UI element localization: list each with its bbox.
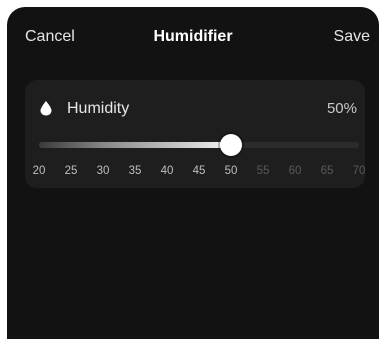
tick-label: 35 [128,165,142,177]
tick-label: 70 [352,165,366,177]
slider-thumb[interactable] [220,134,242,156]
tick-label: 55 [256,165,270,177]
tick-label: 60 [288,165,302,177]
humidity-value: 50% [326,100,357,117]
page-title: Humidifier [153,28,233,45]
tick-label: 40 [160,165,174,177]
tick-label: 50 [224,165,238,177]
tick-label: 25 [64,165,78,177]
tick-label: 30 [96,165,110,177]
save-button[interactable]: Save [334,28,370,46]
humidity-slider[interactable] [39,134,359,156]
slider-tick-labels: 20 25 30 35 40 45 50 55 60 65 70 [33,165,366,179]
slider-fill [39,142,231,148]
humidity-label: Humidity [67,100,130,117]
humidity-card: Humidity 50% 20 25 30 35 40 45 50 55 60 65 70 [25,80,365,188]
humidifier-sheet: Cancel Humidifier Save Humidity 50% 20 25… [7,7,379,339]
tick-label: 65 [320,165,334,177]
tick-label: 45 [192,165,206,177]
water-drop-icon [40,101,52,116]
tick-label: 20 [32,165,46,177]
